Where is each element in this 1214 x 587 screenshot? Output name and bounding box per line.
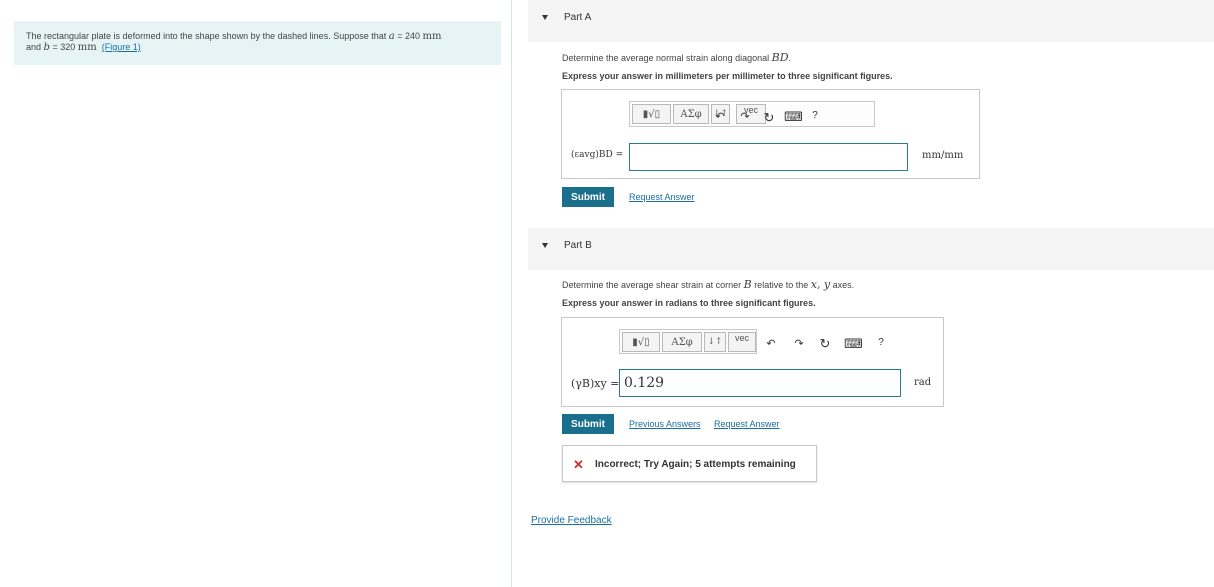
part-b-answer-input[interactable]: 0.129 bbox=[619, 369, 901, 397]
redo-icon[interactable]: ↷ bbox=[738, 110, 752, 123]
part-b-instruction: Express your answer in radians to three … bbox=[562, 298, 816, 308]
part-a-instruction: Express your answer in millimeters per m… bbox=[562, 71, 893, 81]
collapse-triangle-icon[interactable] bbox=[542, 243, 548, 248]
provide-feedback-link[interactable]: Provide Feedback bbox=[531, 515, 612, 526]
undo-icon[interactable]: ↶ bbox=[713, 110, 727, 123]
x-icon: ✕ bbox=[573, 457, 584, 472]
keyboard-icon[interactable]: ⌨ bbox=[844, 336, 863, 352]
keyboard-icon[interactable]: ⌨ bbox=[784, 109, 803, 125]
part-a-submit-button[interactable]: Submit bbox=[562, 187, 614, 207]
part-b-unit: rad bbox=[914, 377, 932, 388]
unit-b: mm bbox=[77, 42, 97, 53]
unit-a: mm bbox=[422, 31, 442, 42]
redo-icon[interactable]: ↷ bbox=[792, 337, 806, 350]
part-a-header[interactable]: Part A bbox=[528, 0, 1214, 42]
templates-button[interactable]: ▮√▯ bbox=[622, 332, 660, 352]
prompt-axes: x, y bbox=[810, 278, 831, 291]
feedback-text: Incorrect; Try Again; 5 attempts remaini… bbox=[595, 459, 796, 470]
problem-statement: The rectangular plate is deformed into t… bbox=[14, 21, 501, 65]
part-b-title: Part B bbox=[564, 240, 592, 251]
part-a-answer-input[interactable] bbox=[629, 143, 908, 171]
prompt-end: . bbox=[788, 53, 792, 63]
part-b-prompt: Determine the average shear strain at co… bbox=[562, 278, 854, 291]
help-icon[interactable]: ? bbox=[874, 337, 888, 348]
problem-text-2: and bbox=[26, 42, 44, 52]
vec-button[interactable]: vec bbox=[728, 332, 756, 352]
part-b-answer-box: ▮√▯ ΑΣφ ↓↑ vec ↶ ↷ ↻ ⌨ ? (γB)xy = 0.129 … bbox=[561, 317, 944, 407]
part-a-answer-box: ▮√▯ ΑΣφ ↓↑ vec ↶ ↷ ↻ ⌨ ? (εavg)BD = mm/m… bbox=[561, 89, 980, 179]
prompt-text: Determine the average shear strain at co… bbox=[562, 280, 744, 290]
undo-icon[interactable]: ↶ bbox=[764, 337, 778, 350]
templates-button[interactable]: ▮√▯ bbox=[632, 104, 671, 124]
prompt-var: BD bbox=[771, 51, 789, 64]
feedback-message: ✕ Incorrect; Try Again; 5 attempts remai… bbox=[562, 445, 817, 482]
prompt-var: B bbox=[743, 278, 752, 291]
problem-text: The rectangular plate is deformed into t… bbox=[26, 31, 389, 41]
prompt-mid: relative to the bbox=[751, 280, 811, 290]
collapse-triangle-icon[interactable] bbox=[542, 15, 548, 20]
prompt-end: axes. bbox=[830, 280, 855, 290]
part-b-request-answer-link[interactable]: Request Answer bbox=[714, 419, 780, 429]
part-b-submit-button[interactable]: Submit bbox=[562, 414, 614, 434]
math-toolbar: ▮√▯ ΑΣφ ↓↑ vec bbox=[629, 101, 875, 127]
math-toolbar: ▮√▯ ΑΣφ ↓↑ vec bbox=[619, 329, 757, 354]
arrows-button[interactable]: ↓↑ bbox=[704, 332, 726, 352]
help-icon[interactable]: ? bbox=[808, 110, 822, 121]
panel-divider bbox=[511, 0, 512, 587]
part-b-previous-answers-link[interactable]: Previous Answers bbox=[629, 419, 701, 429]
prompt-text: Determine the average normal strain alon… bbox=[562, 53, 772, 63]
part-b-answer-label: (γB)xy = bbox=[571, 377, 620, 390]
reset-icon[interactable]: ↻ bbox=[818, 336, 832, 352]
part-a-answer-label: (εavg)BD = bbox=[571, 150, 624, 160]
part-b-header[interactable]: Part B bbox=[528, 228, 1214, 270]
reset-icon[interactable]: ↻ bbox=[762, 110, 776, 126]
greek-button[interactable]: ΑΣφ bbox=[673, 104, 709, 124]
eq-a: = 240 bbox=[394, 31, 423, 41]
eq-b: = 320 bbox=[49, 42, 78, 52]
greek-button[interactable]: ΑΣφ bbox=[662, 332, 702, 352]
part-a-request-answer-link[interactable]: Request Answer bbox=[629, 192, 695, 202]
part-a-title: Part A bbox=[564, 12, 592, 23]
figure-link[interactable]: (Figure 1) bbox=[102, 42, 141, 52]
part-a-unit: mm/mm bbox=[922, 150, 964, 161]
part-a-prompt: Determine the average normal strain alon… bbox=[562, 51, 791, 64]
